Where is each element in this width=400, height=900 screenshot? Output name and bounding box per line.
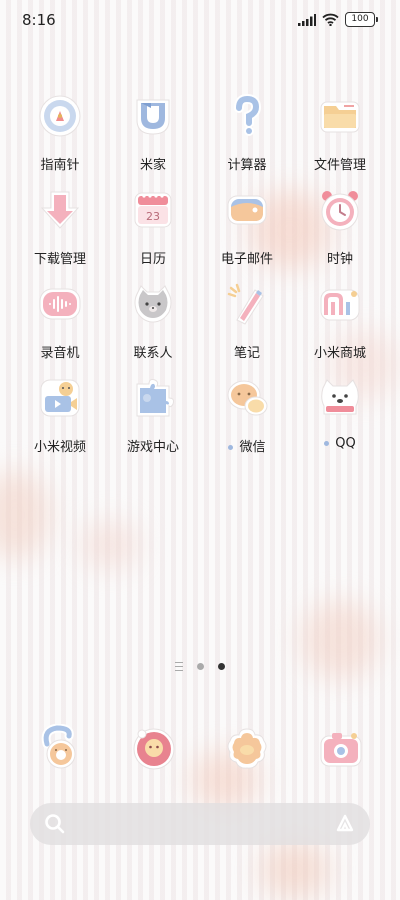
app-file-manager[interactable]: 文件管理 bbox=[290, 94, 390, 174]
app-mi-video[interactable]: 小米视频 bbox=[10, 376, 110, 456]
app-calculator[interactable]: 计算器 bbox=[197, 94, 297, 174]
app-label-text: 微信 bbox=[239, 440, 266, 455]
notification-dot bbox=[228, 445, 234, 450]
app-label: 录音机 bbox=[40, 346, 80, 361]
calendar-icon: 23 bbox=[134, 192, 172, 228]
app-clock[interactable]: 时钟 bbox=[290, 188, 390, 268]
app-label: 微信 bbox=[197, 436, 297, 455]
email-icon bbox=[227, 195, 267, 225]
app-mijia[interactable]: 米家 bbox=[103, 94, 203, 174]
search-icon[interactable] bbox=[44, 813, 66, 835]
search-bar[interactable] bbox=[30, 803, 370, 845]
app-email[interactable]: 电子邮件 bbox=[197, 188, 297, 268]
assistant-icon[interactable] bbox=[334, 813, 356, 835]
app-compass[interactable]: 指南针 bbox=[10, 94, 110, 174]
recorder-icon bbox=[39, 288, 81, 320]
messages-icon[interactable] bbox=[131, 726, 177, 772]
page-indicator[interactable] bbox=[0, 662, 400, 671]
page-dot-2-active[interactable] bbox=[218, 663, 225, 670]
browser-icon[interactable] bbox=[224, 726, 270, 772]
app-label: QQ bbox=[290, 436, 390, 451]
wifi-icon bbox=[322, 13, 339, 26]
app-grid: 指南针 米家 计算器 文件管理 下载管理 23 日历 电子邮件 时钟 录音机 联… bbox=[0, 86, 400, 466]
app-calendar[interactable]: 23 日历 bbox=[103, 188, 203, 268]
app-label: 游戏中心 bbox=[126, 440, 179, 455]
app-label: 笔记 bbox=[233, 346, 260, 361]
status-time: 8:16 bbox=[22, 11, 56, 29]
app-contacts[interactable]: 联系人 bbox=[103, 282, 203, 362]
wallpaper-blob bbox=[260, 840, 330, 900]
app-label: 指南针 bbox=[40, 158, 80, 173]
app-label: 文件管理 bbox=[313, 158, 366, 173]
app-label: 下载管理 bbox=[33, 252, 86, 267]
app-qq[interactable]: QQ bbox=[290, 376, 390, 456]
battery-icon: 100 bbox=[345, 12, 378, 27]
dock bbox=[0, 724, 400, 774]
wallpaper-blob bbox=[0, 470, 50, 560]
status-bar: 8:16 100 bbox=[0, 0, 400, 40]
app-recorder[interactable]: 录音机 bbox=[10, 282, 110, 362]
qq-icon bbox=[321, 379, 359, 415]
mi-video-icon bbox=[40, 379, 80, 417]
app-label: 计算器 bbox=[227, 158, 267, 173]
compass-icon bbox=[39, 95, 81, 137]
app-label: 联系人 bbox=[133, 346, 173, 361]
wallpaper-blob bbox=[80, 520, 140, 570]
camera-icon[interactable] bbox=[318, 726, 364, 772]
mijia-icon bbox=[136, 99, 170, 135]
app-label: 时钟 bbox=[326, 252, 353, 267]
contacts-icon bbox=[134, 285, 172, 323]
page-dot-1[interactable] bbox=[197, 663, 204, 670]
app-label: 小米视频 bbox=[33, 440, 86, 455]
app-label: 电子邮件 bbox=[220, 252, 273, 267]
wechat-icon bbox=[227, 380, 268, 416]
app-notes[interactable]: 笔记 bbox=[197, 282, 297, 362]
phone-icon[interactable] bbox=[37, 724, 83, 770]
battery-level: 100 bbox=[345, 12, 375, 27]
game-center-icon bbox=[136, 379, 174, 417]
app-label-text: QQ bbox=[335, 436, 356, 451]
app-label: 小米商城 bbox=[313, 346, 366, 361]
mi-store-icon bbox=[320, 289, 360, 321]
calendar-day: 23 bbox=[146, 210, 160, 223]
calculator-icon bbox=[234, 94, 262, 136]
download-icon bbox=[40, 191, 80, 229]
app-label: 米家 bbox=[139, 158, 166, 173]
notes-icon bbox=[227, 283, 264, 325]
app-game-center[interactable]: 游戏中心 bbox=[103, 376, 203, 456]
menu-lines-icon[interactable] bbox=[175, 662, 183, 671]
app-wechat[interactable]: 微信 bbox=[197, 376, 297, 456]
app-mi-store[interactable]: 小米商城 bbox=[290, 282, 390, 362]
notification-dot bbox=[324, 441, 330, 446]
folder-icon bbox=[320, 101, 360, 133]
clock-icon bbox=[321, 191, 359, 231]
app-download-manager[interactable]: 下载管理 bbox=[10, 188, 110, 268]
app-label: 日历 bbox=[139, 252, 166, 267]
signal-icon bbox=[298, 13, 316, 26]
